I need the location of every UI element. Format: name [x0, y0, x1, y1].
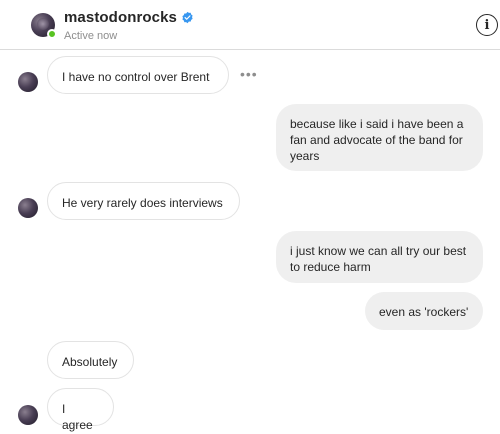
outgoing-message[interactable]: even as 'rockers' [365, 292, 483, 330]
incoming-message[interactable]: I have no control over Brent [47, 56, 229, 94]
sender-avatar [18, 198, 38, 218]
online-indicator [47, 29, 57, 39]
sender-avatar [18, 405, 38, 425]
contact-username[interactable]: mastodonrocks [64, 9, 194, 26]
chat-header: mastodonrocks Active now i [0, 0, 500, 50]
outgoing-message[interactable]: because like i said i have been a fan an… [276, 104, 483, 171]
verified-badge-icon [182, 11, 193, 24]
info-icon[interactable]: i [476, 14, 498, 36]
username-text: mastodonrocks [64, 9, 177, 26]
more-options-icon[interactable]: ••• [240, 67, 258, 81]
incoming-message[interactable]: He very rarely does interviews [47, 182, 240, 220]
incoming-message[interactable]: Absolutely [47, 341, 134, 379]
sender-avatar [18, 72, 38, 92]
active-status: Active now [64, 30, 118, 42]
incoming-message[interactable]: I agree [47, 388, 114, 432]
contact-avatar[interactable] [31, 13, 57, 39]
outgoing-message[interactable]: i just know we can all try our best to r… [276, 231, 483, 283]
